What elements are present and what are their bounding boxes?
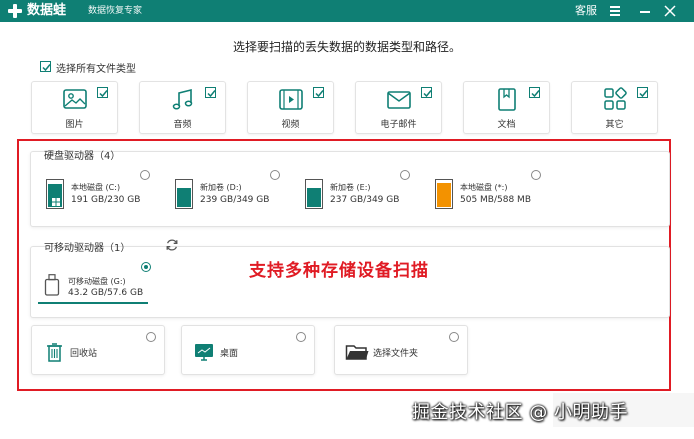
watermark-text: 掘金技术社区 @ 小明助手: [412, 402, 628, 423]
app-subtitle: 数据恢复专家: [88, 6, 143, 16]
drive-icon: [305, 179, 323, 209]
drive-item-c[interactable]: 本地磁盘 (C:) 191 GB/230 GB: [46, 175, 156, 215]
location-card-desktop[interactable]: 桌面: [181, 325, 315, 375]
file-type-label: 音频: [173, 120, 192, 130]
other-icon: [601, 87, 629, 113]
drive-icon: [175, 179, 193, 209]
customer-service-link[interactable]: 客服: [575, 3, 597, 19]
title-bar: 数据蛙 数据恢复专家 客服: [0, 0, 694, 22]
file-type-label: 图片: [65, 120, 84, 130]
drive-item-g[interactable]: 可移动磁盘 (G:) 43.2 GB/57.6 GB: [44, 270, 154, 310]
file-type-card-document[interactable]: 文档: [463, 81, 550, 134]
file-type-card-audio[interactable]: 音频: [139, 81, 226, 134]
drive-radio-e[interactable]: [400, 170, 410, 180]
file-type-checkbox[interactable]: [529, 87, 540, 98]
location-radio[interactable]: [296, 332, 306, 342]
location-card-folder[interactable]: 选择文件夹: [334, 325, 468, 375]
drive-item-star[interactable]: 本地磁盘 (*:) 505 MB/588 MB: [435, 175, 545, 215]
file-type-checkbox[interactable]: [97, 87, 108, 98]
location-label: 回收站: [70, 349, 98, 359]
drive-radio-d[interactable]: [270, 170, 280, 180]
selected-drive-underline: [38, 302, 148, 304]
drive-radio-c[interactable]: [140, 170, 150, 180]
windows-drive-icon: [46, 179, 64, 209]
video-icon: [277, 87, 305, 113]
page-heading: 选择要扫描的丢失数据的数据类型和路径。: [232, 40, 461, 54]
email-icon: [385, 87, 413, 113]
drive-size: 505 MB/588 MB: [460, 195, 531, 205]
file-type-label: 视频: [281, 120, 300, 130]
drive-radio-star[interactable]: [531, 170, 541, 180]
file-type-card-email[interactable]: 电子邮件: [355, 81, 442, 134]
file-type-label: 其它: [605, 120, 624, 130]
drive-icon: [435, 179, 453, 209]
drive-size: 237 GB/349 GB: [330, 195, 400, 205]
hard-drive-section-title: 硬盘驱动器（4）: [44, 151, 121, 162]
drive-item-e[interactable]: 新加卷 (E:) 237 GB/349 GB: [305, 175, 415, 215]
select-all-checkbox[interactable]: [40, 61, 51, 72]
location-label: 选择文件夹: [373, 349, 419, 359]
file-type-card-image[interactable]: 图片: [31, 81, 118, 134]
drive-size: 239 GB/349 GB: [200, 195, 270, 205]
removable-section-title: 可移动驱动器（1）: [44, 243, 131, 254]
usb-drive-icon: [44, 274, 60, 296]
file-type-checkbox[interactable]: [313, 87, 324, 98]
cross-logo-icon: [8, 4, 22, 18]
file-type-label: 电子邮件: [380, 120, 417, 130]
recycle-bin-icon: [42, 342, 66, 362]
image-icon: [61, 87, 89, 113]
location-card-recycle-bin[interactable]: 回收站: [31, 325, 165, 375]
drive-name: 本地磁盘 (*:): [460, 183, 508, 192]
drive-radio-g[interactable]: [141, 262, 151, 272]
drive-size: 43.2 GB/57.6 GB: [68, 288, 144, 298]
drive-size: 191 GB/230 GB: [71, 195, 141, 205]
document-icon: [493, 87, 521, 113]
file-type-checkbox[interactable]: [205, 87, 216, 98]
file-type-label: 文档: [497, 120, 516, 130]
app-name: 数据蛙: [27, 3, 67, 18]
menu-icon[interactable]: [608, 3, 622, 19]
desktop-icon: [192, 342, 216, 362]
location-radio[interactable]: [449, 332, 459, 342]
music-icon: [169, 87, 197, 113]
file-type-checkbox[interactable]: [421, 87, 432, 98]
file-type-card-other[interactable]: 其它: [571, 81, 658, 134]
close-icon[interactable]: [663, 3, 677, 19]
drive-name: 新加卷 (E:): [330, 183, 371, 192]
drive-item-d[interactable]: 新加卷 (D:) 239 GB/349 GB: [175, 175, 285, 215]
location-radio[interactable]: [146, 332, 156, 342]
drive-name: 可移动磁盘 (G:): [68, 277, 126, 286]
folder-icon: [345, 342, 369, 362]
drive-name: 新加卷 (D:): [200, 183, 242, 192]
file-type-checkbox[interactable]: [637, 87, 648, 98]
minimize-icon[interactable]: [638, 3, 652, 19]
select-all-label: 选择所有文件类型: [56, 64, 136, 75]
drive-name: 本地磁盘 (C:): [71, 183, 121, 192]
file-type-card-video[interactable]: 视频: [247, 81, 334, 134]
refresh-icon[interactable]: [165, 237, 179, 251]
promo-text: 支持多种存储设备扫描: [249, 261, 429, 281]
location-label: 桌面: [220, 349, 239, 359]
